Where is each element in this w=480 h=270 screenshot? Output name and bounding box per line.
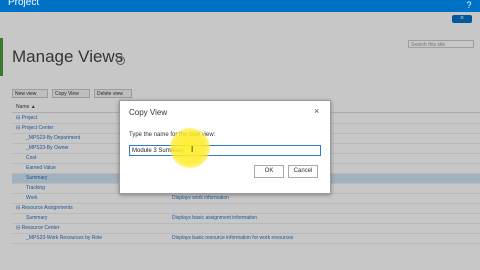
cancel-button[interactable]: Cancel bbox=[288, 165, 318, 178]
copy-view-dialog: Copy View × Type the name for the new vi… bbox=[119, 100, 331, 194]
ok-button[interactable]: OK bbox=[254, 165, 284, 178]
suite-bar: Project ? bbox=[0, 0, 480, 12]
view-name-input[interactable]: Module 3 Summary bbox=[129, 145, 321, 156]
help-icon[interactable]: ? bbox=[464, 0, 474, 10]
dialog-title: Copy View bbox=[129, 108, 168, 117]
text-cursor-icon: I bbox=[191, 145, 194, 154]
dialog-prompt: Type the name for the new view: bbox=[129, 132, 216, 138]
app-title[interactable]: Project bbox=[8, 0, 39, 8]
close-icon[interactable]: × bbox=[314, 106, 319, 116]
